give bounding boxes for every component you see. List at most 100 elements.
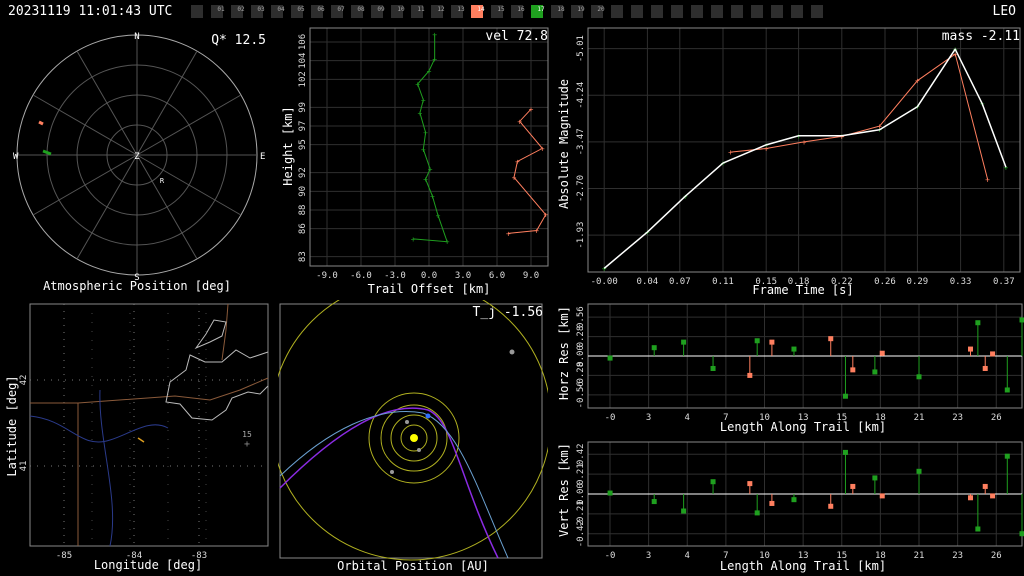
horz-xtick: 23	[952, 413, 963, 423]
horz-point	[769, 339, 775, 345]
camera-cell-25	[691, 5, 703, 18]
height-series-orange	[508, 108, 547, 234]
camera-cell-28	[751, 5, 763, 18]
height-point: +	[543, 211, 548, 220]
vert-point	[1004, 453, 1010, 459]
height-ytick: 92	[298, 167, 308, 178]
camera-cell-label: 17	[537, 6, 545, 13]
camera-cell-label: 15	[497, 6, 505, 13]
camera-cell-label: 10	[397, 6, 405, 13]
vert-xtick: 21	[914, 551, 925, 561]
camera-cell-label: 11	[417, 6, 425, 13]
horz-xtick: 7	[723, 413, 728, 423]
q-star-annotation: Q* 12.5	[211, 33, 266, 48]
planet-marker	[390, 470, 394, 474]
height-ytick: 102	[298, 71, 308, 87]
height-point: +	[540, 144, 545, 153]
height-xtick: -6.0	[350, 271, 372, 281]
vert-point	[982, 483, 988, 489]
vert-ytick: 0.21	[576, 463, 586, 485]
zenith-label: Z	[134, 152, 140, 162]
mag-xtick: 0.29	[907, 277, 929, 287]
earth-marker	[425, 413, 431, 419]
height-point: +	[517, 117, 522, 126]
horz-point	[990, 351, 996, 357]
horz-point	[681, 339, 687, 345]
atmospheric-position-chart: Q* 12.5 Atmospheric Position [deg] NESW Z…	[13, 32, 266, 293]
height-point: +	[529, 105, 534, 114]
jupiter-marker	[509, 349, 515, 355]
mag-xtick: 0.07	[669, 277, 691, 287]
vert-point	[681, 508, 687, 514]
height-point: +	[423, 175, 428, 184]
green-trail	[42, 149, 52, 156]
camera-cell-label: 08	[357, 6, 365, 13]
orange-trail	[38, 120, 44, 126]
vel-annotation: vel 72.8	[485, 29, 548, 44]
mag-point: +	[802, 138, 807, 147]
height-ytick: 95	[298, 139, 308, 150]
camera-cell-31	[811, 5, 823, 18]
map-xlabel: Longitude [deg]	[94, 558, 202, 572]
mag-point: +	[839, 132, 844, 141]
mag-xtick: 0.11	[712, 277, 734, 287]
height-point: +	[428, 165, 433, 174]
vert-point	[968, 495, 974, 501]
camera-cell-label: 03	[257, 6, 265, 13]
mag-xtick: 0.15	[755, 277, 777, 287]
height-point: +	[418, 109, 423, 118]
atmos-spoke	[136, 154, 242, 216]
height-point: +	[411, 235, 416, 244]
horz-point	[710, 365, 716, 371]
vert-point	[828, 503, 834, 509]
horz-point	[975, 320, 981, 326]
height-ylabel: Height [km]	[281, 106, 295, 185]
horz-xtick: 4	[685, 413, 690, 423]
mag-ytick: -2.70	[576, 175, 586, 202]
height-ytick: 86	[298, 223, 308, 234]
vert-point	[879, 493, 885, 499]
vert-xtick: 15	[836, 551, 847, 561]
camera-cell-label: 07	[337, 6, 345, 13]
vert-xtick: 13	[798, 551, 809, 561]
vert-xtick: 18	[875, 551, 886, 561]
vert-point	[791, 497, 797, 503]
vert-ytick: 0.42	[576, 443, 586, 465]
east-label: E	[260, 152, 265, 162]
vert-point	[754, 510, 760, 516]
camera-cell-label: 02	[237, 6, 245, 13]
vert-point	[607, 490, 613, 496]
rivers	[29, 389, 169, 547]
height-ytick: 99	[298, 102, 308, 113]
earth-path	[279, 411, 509, 559]
mag-ytick: -1.93	[576, 222, 586, 249]
vert-point	[850, 483, 856, 489]
mag-series-orange	[730, 53, 989, 180]
camera-cell-label: 16	[517, 6, 525, 13]
orbit-frame	[279, 303, 543, 559]
vert-xtick: 23	[952, 551, 963, 561]
map-ytick: 41	[19, 461, 29, 472]
mag-xtick: 0.37	[993, 277, 1015, 287]
mass-annotation: mass -2.11	[942, 29, 1020, 44]
height-point: +	[515, 157, 520, 166]
vert-xtick: 10	[759, 551, 770, 561]
mag-xtick: 0.26	[874, 277, 896, 287]
horz-xtick: 18	[875, 413, 886, 423]
horz-xtick: 10	[759, 413, 770, 423]
vert-point	[872, 475, 878, 481]
horz-xtick: 15	[836, 413, 847, 423]
atmos-spoke	[76, 50, 138, 156]
map-xtick: -85	[56, 551, 72, 561]
horz-xtick: -0	[605, 413, 616, 423]
height-point: +	[432, 55, 437, 64]
height-point: +	[421, 96, 426, 105]
mag-point: +	[915, 77, 920, 86]
station-marker: +	[244, 439, 250, 450]
camera-cell-label: 06	[317, 6, 325, 13]
mag-point: +	[602, 264, 607, 273]
vert-point	[842, 449, 848, 455]
orbit-class-label: LEO	[992, 4, 1016, 19]
meteoroid-orbit	[279, 407, 499, 559]
mag-ytick: -3.47	[576, 128, 586, 155]
